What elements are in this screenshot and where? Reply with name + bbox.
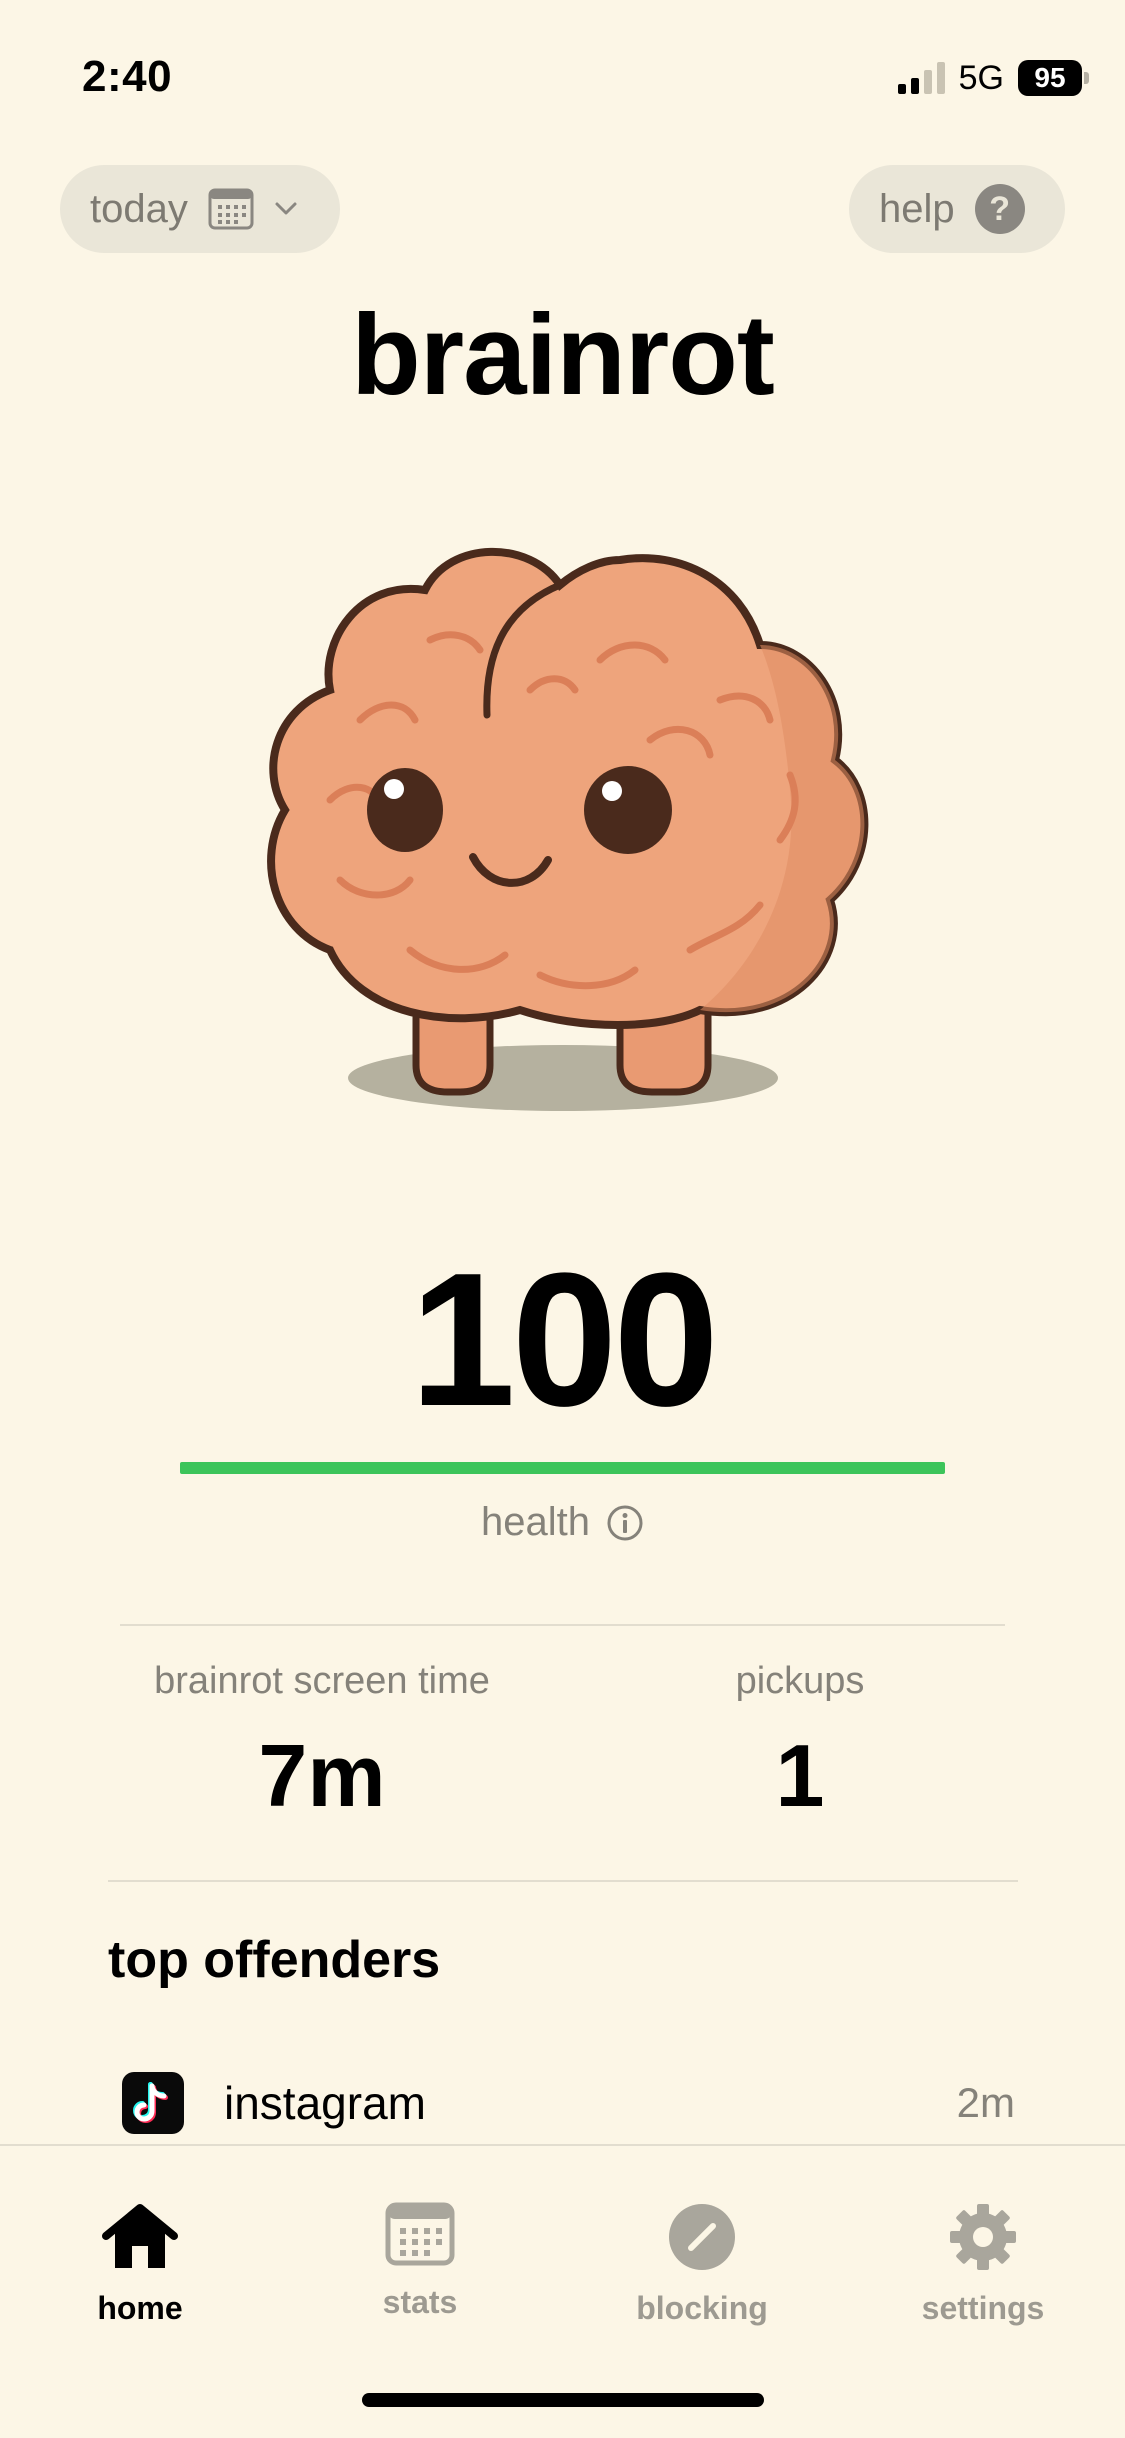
- tab-label: settings: [921, 2290, 1045, 2326]
- top-offenders-title: top offenders: [108, 1931, 441, 1989]
- health-bar-fill: [180, 1462, 945, 1474]
- tab-label: home: [97, 2290, 183, 2326]
- screen-time-label: brainrot screen time: [154, 1660, 490, 1702]
- tab-label: stats: [382, 2284, 458, 2320]
- health-label: health: [481, 1500, 590, 1544]
- offender-name: instagram: [224, 2077, 426, 2129]
- pickups-stat: pickups 1: [660, 1660, 940, 1827]
- tab-label: blocking: [636, 2290, 768, 2326]
- home-indicator[interactable]: [362, 2393, 764, 2407]
- divider: [120, 1624, 1005, 1626]
- calendar-icon: [385, 2202, 455, 2266]
- tab-home[interactable]: home: [40, 2202, 240, 2327]
- blocking-icon: [669, 2204, 735, 2270]
- gear-icon: [950, 2204, 1016, 2270]
- health-score: 100: [409, 1234, 719, 1446]
- brain-mascot-icon: [267, 547, 869, 1111]
- divider: [108, 1880, 1018, 1882]
- pickups-value: 1: [775, 1726, 825, 1825]
- home-icon: [102, 2204, 178, 2268]
- screen-time-value: 7m: [258, 1726, 386, 1825]
- offender-time: 2m: [956, 2079, 1015, 2126]
- tab-stats[interactable]: stats: [320, 2202, 520, 2321]
- info-icon: [607, 1505, 643, 1540]
- tiktok-app-icon: [122, 2072, 184, 2134]
- health-bar: [180, 1462, 945, 1474]
- screen-time-stat: brainrot screen time 7m: [122, 1660, 522, 1827]
- health-info-button[interactable]: health: [0, 1500, 1125, 1545]
- list-item[interactable]: instagram 2m: [122, 2072, 1015, 2134]
- tab-blocking[interactable]: blocking: [602, 2202, 802, 2327]
- tab-settings[interactable]: settings: [883, 2202, 1083, 2327]
- pickups-label: pickups: [735, 1660, 865, 1702]
